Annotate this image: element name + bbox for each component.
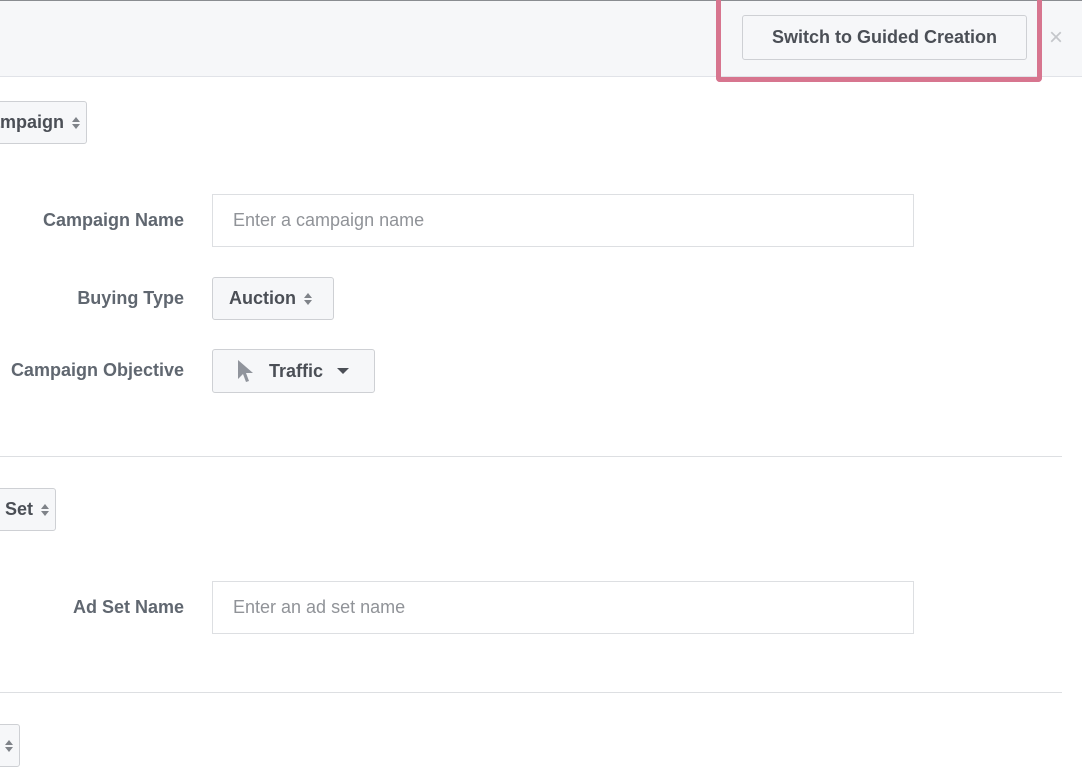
campaign-name-label: Campaign Name — [42, 210, 184, 230]
adset-name-label: Ad Set Name — [72, 597, 184, 617]
guided-button-label: Switch to Guided Creation — [771, 27, 997, 47]
campaign-level-dropdown[interactable]: Campaign — [0, 101, 87, 144]
section-divider — [0, 692, 1062, 693]
ad-level-dropdown[interactable]: Ad — [0, 724, 20, 767]
adset-name-input[interactable]: Enter an ad set name — [212, 581, 914, 634]
campaign-objective-label: Campaign Objective — [10, 360, 184, 380]
sort-arrows-icon — [304, 292, 312, 305]
cursor-icon — [238, 360, 253, 382]
adset-level-dropdown[interactable]: Ad Set — [0, 488, 56, 531]
adset-name-placeholder: Enter an ad set name — [233, 597, 406, 617]
close-icon[interactable]: × — [1044, 24, 1068, 52]
buying-type-label: Buying Type — [77, 288, 184, 308]
campaign-objective-dropdown[interactable]: Traffic — [212, 349, 375, 393]
chevron-down-icon — [337, 368, 350, 374]
campaign-name-input[interactable]: Enter a campaign name — [212, 194, 914, 247]
campaign-level-label: Campaign — [0, 112, 64, 132]
section-divider — [0, 456, 1062, 457]
objective-value: Traffic — [269, 360, 324, 381]
campaign-name-placeholder: Enter a campaign name — [233, 210, 425, 230]
buying-type-value: Auction — [229, 288, 296, 308]
buying-type-dropdown[interactable]: Auction — [212, 277, 334, 320]
switch-to-guided-creation-button[interactable]: Switch to Guided Creation — [742, 15, 1027, 60]
adset-level-label: Ad Set — [0, 499, 33, 519]
